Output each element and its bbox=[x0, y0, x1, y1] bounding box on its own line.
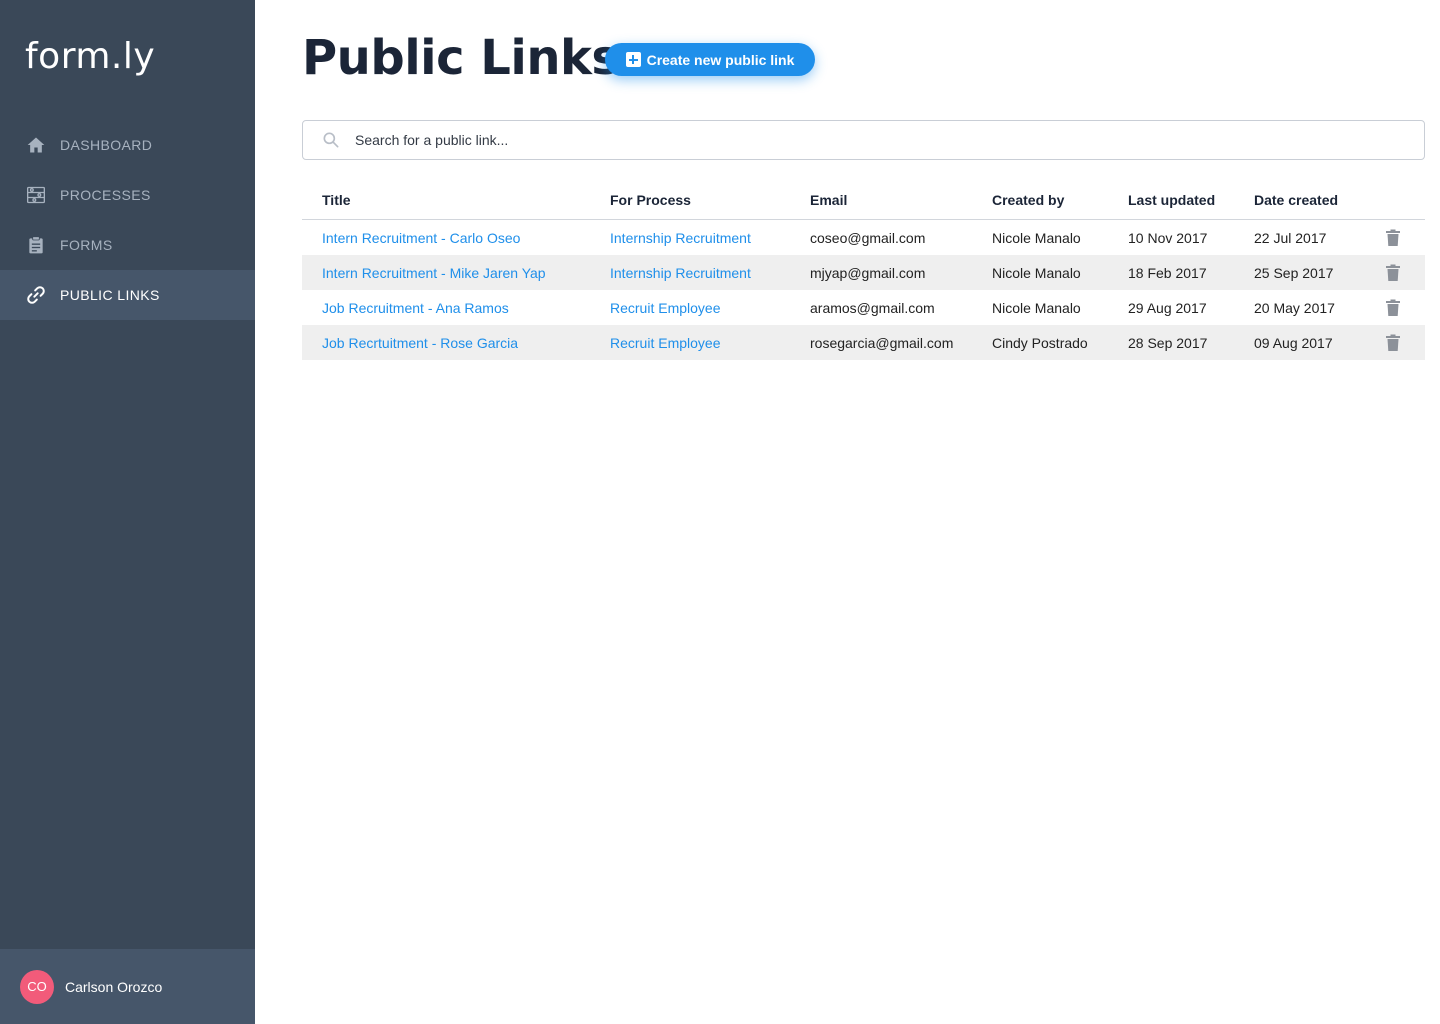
sidebar-item-label: PUBLIC LINKS bbox=[60, 287, 160, 303]
processes-icon bbox=[25, 184, 47, 206]
sidebar-item-public-links[interactable]: PUBLIC LINKS bbox=[0, 270, 255, 320]
sidebar: form.ly DASHBOARD PROCESSES FORMS PUBLIC… bbox=[0, 0, 255, 1024]
row-process-link[interactable]: Internship Recruitment bbox=[610, 265, 751, 281]
brand-logo[interactable]: form.ly bbox=[25, 36, 155, 77]
row-title-link[interactable]: Intern Recruitment - Carlo Oseo bbox=[322, 230, 520, 246]
create-public-link-button[interactable]: Create new public link bbox=[605, 43, 815, 76]
row-created-by: Nicole Manalo bbox=[992, 299, 1081, 316]
row-email: mjyap@gmail.com bbox=[810, 264, 926, 281]
table-row: Intern Recruitment - Mike Jaren Yap Inte… bbox=[302, 255, 1425, 290]
row-email: aramos@gmail.com bbox=[810, 299, 935, 316]
row-date-created: 20 May 2017 bbox=[1254, 299, 1335, 316]
row-last-updated: 28 Sep 2017 bbox=[1128, 334, 1208, 351]
row-title-link[interactable]: Job Recrtuitment - Rose Garcia bbox=[322, 335, 518, 351]
row-date-created: 22 Jul 2017 bbox=[1254, 229, 1327, 246]
column-header-created-by[interactable]: Created by bbox=[992, 192, 1064, 208]
sidebar-item-label: FORMS bbox=[60, 237, 113, 253]
search-icon bbox=[323, 132, 339, 148]
sidebar-item-dashboard[interactable]: DASHBOARD bbox=[0, 120, 255, 170]
row-process-link[interactable]: Internship Recruitment bbox=[610, 230, 751, 246]
row-email: coseo@gmail.com bbox=[810, 229, 926, 246]
column-header-title[interactable]: Title bbox=[322, 192, 351, 208]
public-links-table: Title For Process Email Created by Last … bbox=[302, 180, 1425, 360]
row-created-by: Nicole Manalo bbox=[992, 229, 1081, 246]
link-icon bbox=[25, 284, 47, 306]
row-title-link[interactable]: Intern Recruitment - Mike Jaren Yap bbox=[322, 265, 546, 281]
row-created-by: Cindy Postrado bbox=[992, 334, 1088, 351]
avatar: CO bbox=[20, 969, 54, 1004]
search-input[interactable] bbox=[355, 132, 1255, 148]
table-row: Intern Recruitment - Carlo Oseo Internsh… bbox=[302, 220, 1425, 255]
trash-icon[interactable] bbox=[1385, 334, 1401, 352]
trash-icon[interactable] bbox=[1385, 299, 1401, 317]
table-header: Title For Process Email Created by Last … bbox=[302, 180, 1425, 220]
home-icon bbox=[25, 134, 47, 156]
row-last-updated: 10 Nov 2017 bbox=[1128, 229, 1208, 246]
row-title-link[interactable]: Job Recruitment - Ana Ramos bbox=[322, 300, 509, 316]
search-bar[interactable] bbox=[302, 120, 1425, 160]
sidebar-item-label: PROCESSES bbox=[60, 187, 151, 203]
row-process-link[interactable]: Recruit Employee bbox=[610, 335, 721, 351]
row-date-created: 09 Aug 2017 bbox=[1254, 334, 1333, 351]
sidebar-item-forms[interactable]: FORMS bbox=[0, 220, 255, 270]
row-last-updated: 29 Aug 2017 bbox=[1128, 299, 1207, 316]
row-process-link[interactable]: Recruit Employee bbox=[610, 300, 721, 316]
clipboard-icon bbox=[25, 234, 47, 256]
column-header-process[interactable]: For Process bbox=[610, 192, 691, 208]
table-row: Job Recrtuitment - Rose Garcia Recruit E… bbox=[302, 325, 1425, 360]
page-title: Public Links bbox=[302, 30, 620, 86]
sidebar-nav: DASHBOARD PROCESSES FORMS PUBLIC LINKS bbox=[0, 120, 255, 320]
column-header-email[interactable]: Email bbox=[810, 192, 847, 208]
row-email: rosegarcia@gmail.com bbox=[810, 334, 954, 351]
create-button-label: Create new public link bbox=[646, 51, 795, 68]
column-header-date-created[interactable]: Date created bbox=[1254, 192, 1338, 208]
row-created-by: Nicole Manalo bbox=[992, 264, 1081, 281]
sidebar-item-label: DASHBOARD bbox=[60, 137, 153, 153]
user-profile[interactable]: CO Carlson Orozco bbox=[0, 949, 255, 1024]
trash-icon[interactable] bbox=[1385, 264, 1401, 282]
column-header-last-updated[interactable]: Last updated bbox=[1128, 192, 1215, 208]
row-date-created: 25 Sep 2017 bbox=[1254, 264, 1334, 281]
table-row: Job Recruitment - Ana Ramos Recruit Empl… bbox=[302, 290, 1425, 325]
user-name: Carlson Orozco bbox=[65, 978, 163, 995]
sidebar-item-processes[interactable]: PROCESSES bbox=[0, 170, 255, 220]
plus-icon bbox=[625, 52, 641, 67]
row-last-updated: 18 Feb 2017 bbox=[1128, 264, 1207, 281]
trash-icon[interactable] bbox=[1385, 229, 1401, 247]
